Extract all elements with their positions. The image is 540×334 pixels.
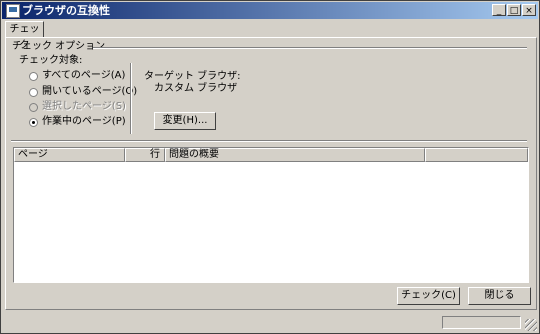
results-table[interactable]: ページ 行 問題の概要 <box>13 147 529 283</box>
check-target-label: チェック対象: <box>19 55 83 66</box>
radio-all-pages-circle[interactable] <box>29 72 38 81</box>
radio-all-pages-label[interactable]: すべてのページ(A) <box>42 70 125 82</box>
browser-compatibility-window: ブラウザの互換性 _ □ × チェック チェック オプション チェック対象: す… <box>0 0 540 334</box>
radio-current-page-circle[interactable] <box>29 118 38 127</box>
change-button[interactable]: 変更(H)... <box>154 112 216 130</box>
radio-selected-pages-label: 選択したページ(S) <box>42 101 126 112</box>
radio-open-pages-circle[interactable] <box>29 88 38 97</box>
radio-open-pages-label[interactable]: 開いているページ(O) <box>42 86 137 98</box>
minimize-button[interactable]: _ <box>492 4 506 16</box>
close-dialog-button[interactable]: 閉じる <box>468 287 531 305</box>
radio-current-page-label[interactable]: 作業中のページ(P) <box>42 116 126 128</box>
target-browser-label: ターゲット ブラウザ: <box>144 71 241 82</box>
column-header-spacer <box>425 148 528 162</box>
tab-check[interactable]: チェック <box>5 21 44 51</box>
column-header-line[interactable]: 行 <box>125 148 165 162</box>
check-button[interactable]: チェック(C) <box>397 287 460 305</box>
group-separator <box>93 47 527 49</box>
vertical-separator <box>130 63 132 134</box>
title-bar[interactable]: ブラウザの互換性 _ □ × <box>2 2 538 19</box>
radio-selected-pages-circle <box>29 103 38 112</box>
target-browser-value: カスタム ブラウザ <box>154 83 238 94</box>
status-bar-pane <box>442 316 521 329</box>
column-header-issue-summary[interactable]: 問題の概要 <box>165 148 425 162</box>
check-options-label: チェック オプション <box>12 41 106 52</box>
maximize-button[interactable]: □ <box>507 4 521 16</box>
app-icon <box>6 4 20 18</box>
column-header-page[interactable]: ページ <box>14 148 125 162</box>
window-title: ブラウザの互換性 <box>22 4 110 17</box>
results-separator <box>11 140 527 142</box>
resize-grip-icon[interactable] <box>525 319 537 331</box>
close-button[interactable]: × <box>522 4 536 16</box>
